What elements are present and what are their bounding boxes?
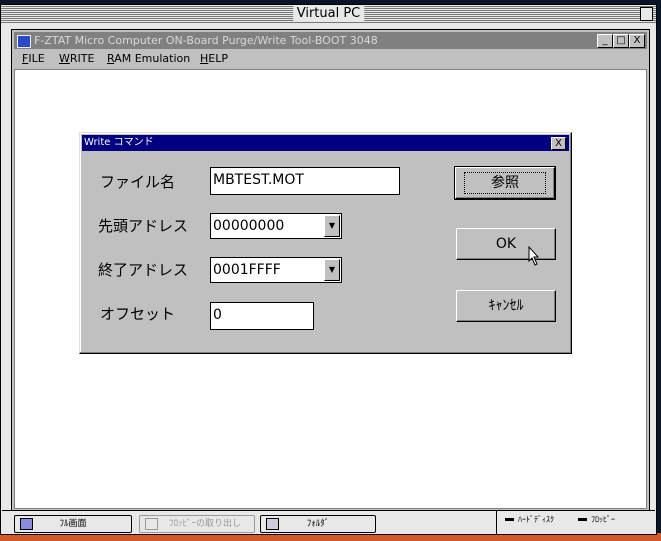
chevron-down-icon[interactable]: ▼ — [324, 215, 340, 237]
menu-bar: FILE WRITE RAM Emulation HELP — [14, 50, 647, 68]
menu-ram-emulation[interactable]: RAM Emulation — [107, 52, 190, 65]
hdd-label: ﾊｰﾄﾞﾃﾞｨｽｸ — [518, 515, 554, 524]
minimize-button[interactable]: _ — [597, 34, 613, 48]
hdd-indicator: ﾊｰﾄﾞﾃﾞｨｽｸ — [505, 514, 554, 525]
file-name-label: ファイル名 — [100, 173, 176, 191]
ok-button[interactable]: OK — [456, 228, 556, 260]
start-address-label: 先頭アドレス — [98, 217, 189, 235]
dialog-title: Write コマンド — [84, 137, 154, 148]
file-name-input[interactable]: MBTEST.MOT — [210, 167, 400, 195]
eject-floppy-label: ﾌﾛｯﾋﾟｰの取り出し — [168, 519, 241, 529]
fullscreen-label: ﾌﾙ画面 — [59, 519, 87, 529]
zoom-box-icon[interactable] — [640, 7, 653, 21]
chevron-down-icon[interactable]: ▼ — [324, 259, 340, 281]
menu-write[interactable]: WRITE — [59, 52, 94, 65]
offset-input[interactable]: 0 — [210, 302, 314, 330]
end-address-combobox[interactable]: 0001FFFF ▼ — [210, 257, 342, 283]
cancel-button[interactable]: ｷｬﾝｾﾙ — [456, 290, 556, 322]
folder-button[interactable]: ﾌｫﾙﾀﾞ — [260, 515, 376, 533]
dialog-close-button[interactable]: X — [551, 137, 566, 150]
virtual-pc-titlebar[interactable]: Virtual PC — [1, 5, 656, 23]
maximize-button[interactable]: □ — [613, 34, 629, 48]
app-titlebar[interactable]: F-ZTAT Micro Computer ON-Board Purge/Wri… — [14, 32, 647, 49]
offset-label: オフセット — [100, 305, 176, 323]
start-address-value: 00000000 — [213, 218, 285, 234]
browse-button[interactable]: 参照 — [454, 166, 556, 200]
write-command-dialog: Write コマンド X ファイル名 MBTEST.MOT 先頭アドレス 000… — [79, 132, 572, 354]
start-address-combobox[interactable]: 00000000 ▼ — [210, 213, 342, 239]
menu-file[interactable]: FILE — [22, 52, 45, 65]
browse-label: 参照 — [464, 172, 546, 194]
end-address-label: 終了アドレス — [98, 261, 189, 279]
floppy-label: ﾌﾛｯﾋﾟｰ — [591, 515, 615, 524]
eject-floppy-button[interactable]: ﾌﾛｯﾋﾟｰの取り出し — [139, 515, 255, 533]
close-button[interactable]: X — [629, 34, 645, 48]
fullscreen-button[interactable]: ﾌﾙ画面 — [14, 515, 132, 533]
floppy-indicator: ﾌﾛｯﾋﾟｰ — [578, 514, 615, 525]
floppy-led-icon — [578, 518, 587, 521]
dialog-titlebar[interactable]: Write コマンド X — [82, 135, 569, 151]
virtual-pc-status-bar: ﾌﾙ画面 ﾌﾛｯﾋﾟｰの取り出し ﾌｫﾙﾀﾞ ﾊｰﾄﾞﾃﾞｨｽｸ ﾌﾛｯﾋﾟｰ — [2, 510, 655, 534]
app-icon[interactable] — [17, 35, 31, 48]
virtual-pc-title: Virtual PC — [292, 6, 365, 21]
folder-label: ﾌｫﾙﾀﾞ — [306, 519, 330, 529]
menu-help[interactable]: HELP — [200, 52, 228, 65]
hdd-led-icon — [505, 518, 514, 521]
mouse-cursor-icon — [528, 246, 540, 266]
status-divider — [496, 511, 497, 534]
end-address-value: 0001FFFF — [213, 262, 281, 278]
app-title: F-ZTAT Micro Computer ON-Board Purge/Wri… — [34, 34, 378, 47]
